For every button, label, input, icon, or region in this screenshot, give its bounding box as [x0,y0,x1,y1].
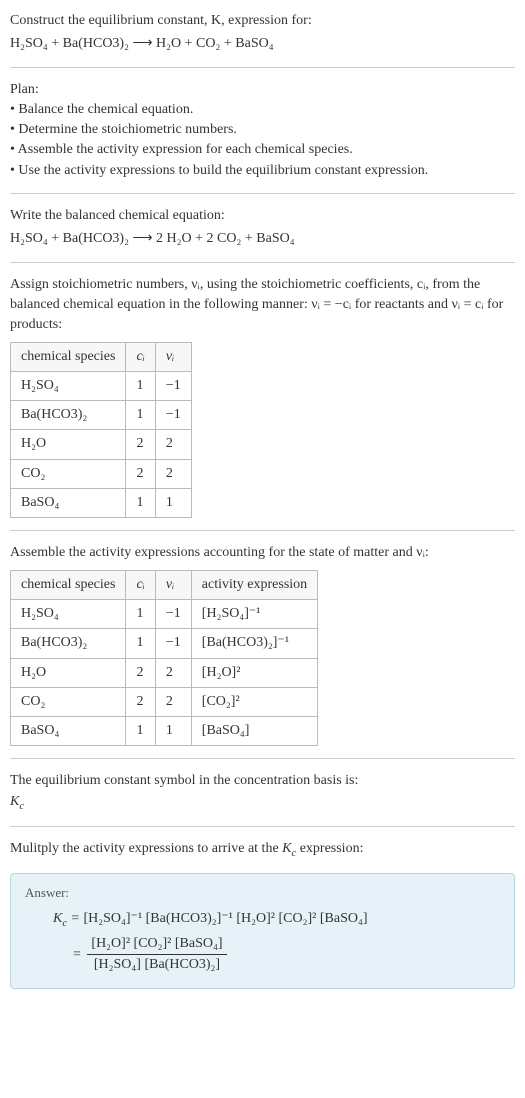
intro-line1: Construct the equilibrium constant, K, e… [10,11,515,31]
answer-fraction: [H₂O]² [CO₂]² [BaSO₄] [H₂SO₄] [Ba(HCO3)₂… [87,934,226,976]
answer-label: Answer: [25,884,500,903]
divider [10,67,515,68]
divider [10,193,515,194]
cell-species: BaSO₄ [11,717,126,746]
plan-item: • Use the activity expressions to build … [10,161,515,181]
cell-ci: 2 [126,430,155,459]
stoich-intro: Assign stoichiometric numbers, νᵢ, using… [10,275,515,336]
cell-ci: 1 [126,371,155,400]
fraction-denominator: [H₂SO₄] [Ba(HCO3)₂] [87,955,226,975]
cell-activity: [CO₂]² [191,687,317,716]
cell-ci: 1 [126,401,155,430]
table-row: H₂O 2 2 [11,430,192,459]
multiply-block: Mulitply the activity expressions to arr… [10,839,515,861]
table-row: CO₂ 2 2 [CO₂]² [11,687,318,716]
kc-symbol-line: The equilibrium constant symbol in the c… [10,771,515,791]
cell-vi: 2 [155,459,191,488]
divider [10,826,515,827]
col-vi: νᵢ [155,570,191,599]
activity-table: chemical species cᵢ νᵢ activity expressi… [10,570,318,747]
cell-activity: [BaSO₄] [191,717,317,746]
divider [10,262,515,263]
divider [10,530,515,531]
activity-intro: Assemble the activity expressions accoun… [10,543,515,563]
col-species: chemical species [11,342,126,371]
unbalanced-equation: H₂SO₄ + Ba(HCO3)₂ ⟶ H₂O + CO₂ + BaSO₄ [10,34,515,54]
plan-block: Plan: • Balance the chemical equation. •… [10,80,515,181]
cell-ci: 2 [126,687,155,716]
kc-equals: Kc = [53,911,83,926]
table-row: H₂SO₄ 1 −1 [H₂SO₄]⁻¹ [11,599,318,628]
stoich-table: chemical species cᵢ νᵢ H₂SO₄ 1 −1 Ba(HCO… [10,342,192,519]
cell-vi: 2 [155,658,191,687]
cell-species: BaSO₄ [11,489,126,518]
cell-species: H₂SO₄ [11,599,126,628]
cell-vi: −1 [155,629,191,658]
kc-symbol-block: The equilibrium constant symbol in the c… [10,771,515,813]
table-row: H₂O 2 2 [H₂O]² [11,658,318,687]
answer-line2: = [H₂O]² [CO₂]² [BaSO₄] [H₂SO₄] [Ba(HCO3… [25,934,500,976]
col-activity: activity expression [191,570,317,599]
table-row: H₂SO₄ 1 −1 [11,371,192,400]
cell-species: H₂SO₄ [11,371,126,400]
col-vi: νᵢ [155,342,191,371]
cell-species: Ba(HCO3)₂ [11,401,126,430]
cell-species: H₂O [11,658,126,687]
cell-species: CO₂ [11,687,126,716]
kc-symbol: Kc [10,792,515,814]
cell-vi: −1 [155,371,191,400]
intro-block: Construct the equilibrium constant, K, e… [10,11,515,55]
answer-expr-flat: [H₂SO₄]⁻¹ [Ba(HCO3)₂]⁻¹ [H₂O]² [CO₂]² [B… [83,911,367,926]
cell-activity: [H₂SO₄]⁻¹ [191,599,317,628]
plan-item: • Determine the stoichiometric numbers. [10,120,515,140]
balanced-heading: Write the balanced chemical equation: [10,206,515,226]
cell-ci: 2 [126,459,155,488]
cell-ci: 2 [126,658,155,687]
balanced-equation: H₂SO₄ + Ba(HCO3)₂ ⟶ 2 H₂O + 2 CO₂ + BaSO… [10,229,515,249]
divider [10,758,515,759]
cell-ci: 1 [126,629,155,658]
answer-line1: Kc = [H₂SO₄]⁻¹ [Ba(HCO3)₂]⁻¹ [H₂O]² [CO₂… [25,909,500,931]
table-row: BaSO₄ 1 1 [11,489,192,518]
table-row: CO₂ 2 2 [11,459,192,488]
plan-item: • Balance the chemical equation. [10,100,515,120]
cell-ci: 1 [126,489,155,518]
table-header-row: chemical species cᵢ νᵢ activity expressi… [11,570,318,599]
cell-vi: 2 [155,430,191,459]
multiply-line: Mulitply the activity expressions to arr… [10,841,363,856]
plan-heading: Plan: [10,80,515,100]
cell-species: CO₂ [11,459,126,488]
cell-ci: 1 [126,717,155,746]
balanced-block: Write the balanced chemical equation: H₂… [10,206,515,250]
cell-vi: 2 [155,687,191,716]
col-ci: cᵢ [126,570,155,599]
col-species: chemical species [11,570,126,599]
answer-box: Answer: Kc = [H₂SO₄]⁻¹ [Ba(HCO3)₂]⁻¹ [H₂… [10,873,515,989]
cell-vi: 1 [155,489,191,518]
fraction-numerator: [H₂O]² [CO₂]² [BaSO₄] [87,934,226,955]
activity-block: Assemble the activity expressions accoun… [10,543,515,746]
plan-item: • Assemble the activity expression for e… [10,140,515,160]
cell-species: Ba(HCO3)₂ [11,629,126,658]
cell-activity: [Ba(HCO3)₂]⁻¹ [191,629,317,658]
table-row: Ba(HCO3)₂ 1 −1 [Ba(HCO3)₂]⁻¹ [11,629,318,658]
cell-vi: −1 [155,401,191,430]
cell-vi: 1 [155,717,191,746]
cell-species: H₂O [11,430,126,459]
col-ci: cᵢ [126,342,155,371]
cell-activity: [H₂O]² [191,658,317,687]
cell-vi: −1 [155,599,191,628]
equals-sign: = [73,947,84,962]
table-row: Ba(HCO3)₂ 1 −1 [11,401,192,430]
cell-ci: 1 [126,599,155,628]
table-row: BaSO₄ 1 1 [BaSO₄] [11,717,318,746]
table-header-row: chemical species cᵢ νᵢ [11,342,192,371]
stoich-block: Assign stoichiometric numbers, νᵢ, using… [10,275,515,519]
